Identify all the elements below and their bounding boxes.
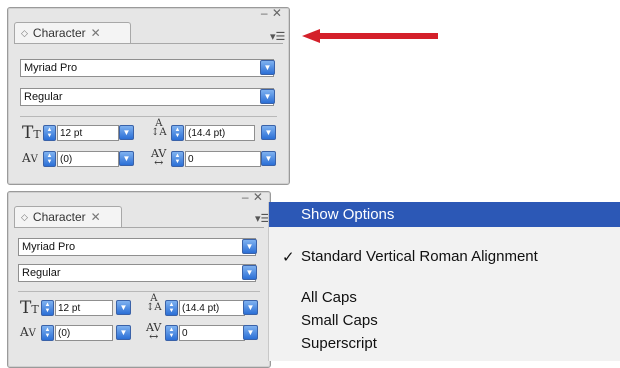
font-style-dropdown-button[interactable]: ▼ bbox=[242, 265, 257, 280]
leading-dropdown-button[interactable]: ▼ bbox=[243, 300, 258, 315]
panel-flyout-menu: Show Options ✓ Standard Vertical Roman A… bbox=[268, 202, 620, 361]
font-style-field[interactable]: Regular bbox=[18, 264, 256, 282]
font-size-icon: TT bbox=[20, 298, 39, 318]
kerning-stepper[interactable]: ▲ ▼ bbox=[43, 151, 56, 167]
menu-item-label: Standard Vertical Roman Alignment bbox=[301, 248, 538, 265]
menu-item-label: Superscript bbox=[301, 335, 377, 352]
font-family-dropdown-button[interactable]: ▼ bbox=[242, 239, 257, 254]
kerning-dropdown-button[interactable]: ▼ bbox=[119, 151, 134, 166]
font-size-dropdown-button[interactable]: ▼ bbox=[119, 125, 134, 140]
kerning-icon: AV bbox=[22, 151, 38, 165]
tracking-value: 0 bbox=[188, 153, 194, 165]
red-arrow-icon bbox=[302, 29, 438, 43]
font-style-dropdown-button[interactable]: ▼ bbox=[260, 89, 275, 104]
font-size-stepper[interactable]: ▲ ▼ bbox=[43, 125, 56, 141]
leading-stepper[interactable]: ▲ ▼ bbox=[165, 300, 178, 316]
tab-underline bbox=[14, 43, 283, 44]
leading-value: (14.4 pt) bbox=[182, 302, 220, 314]
leading-input[interactable]: (14.4 pt) bbox=[179, 300, 245, 316]
font-size-input[interactable]: 12 pt bbox=[55, 300, 113, 316]
font-style-value: Regular bbox=[24, 91, 63, 103]
tab-label: Character bbox=[32, 26, 86, 40]
tab-diamond-icon: ◇ bbox=[21, 27, 28, 38]
tab-character[interactable]: ◇ Character ✕ bbox=[14, 206, 122, 227]
separator bbox=[18, 291, 260, 292]
kerning-input[interactable]: (0) bbox=[57, 151, 119, 167]
leading-value: (14.4 pt) bbox=[188, 127, 226, 139]
menu-item-small-caps[interactable]: Small Caps bbox=[301, 312, 378, 329]
tracking-input[interactable]: 0 bbox=[185, 151, 261, 167]
font-family-field[interactable]: Myriad Pro bbox=[18, 238, 256, 256]
kerning-value: (0) bbox=[58, 327, 71, 339]
tab-close-icon[interactable]: ✕ bbox=[91, 26, 101, 40]
kerning-dropdown-button[interactable]: ▼ bbox=[116, 325, 131, 340]
font-size-value: 12 pt bbox=[60, 127, 83, 139]
tracking-stepper[interactable]: ▲ ▼ bbox=[171, 151, 184, 167]
font-size-icon: TT bbox=[22, 123, 41, 143]
font-size-dropdown-button[interactable]: ▼ bbox=[116, 300, 131, 315]
menu-item-label: Show Options bbox=[301, 206, 395, 223]
tab-character[interactable]: ◇ Character ✕ bbox=[14, 22, 131, 43]
kerning-stepper[interactable]: ▲ ▼ bbox=[41, 325, 54, 341]
tab-diamond-icon: ◇ bbox=[21, 211, 28, 222]
leading-stepper[interactable]: ▲ ▼ bbox=[171, 125, 184, 141]
font-size-input[interactable]: 12 pt bbox=[57, 125, 119, 141]
tracking-stepper[interactable]: ▲ ▼ bbox=[165, 325, 178, 341]
tab-underline bbox=[14, 227, 264, 228]
window-controls[interactable]: – ✕ bbox=[261, 6, 283, 20]
menu-item-superscript[interactable]: Superscript bbox=[301, 335, 377, 352]
tracking-input[interactable]: 0 bbox=[179, 325, 245, 341]
leading-icon: A ↕A bbox=[146, 293, 162, 313]
menu-item-standard-vertical-roman-alignment[interactable]: Standard Vertical Roman Alignment bbox=[301, 248, 538, 265]
tracking-value: 0 bbox=[182, 327, 188, 339]
separator bbox=[20, 116, 277, 117]
font-family-dropdown-button[interactable]: ▼ bbox=[260, 60, 275, 75]
menu-item-label: All Caps bbox=[301, 289, 357, 306]
leading-input[interactable]: (14.4 pt) bbox=[185, 125, 255, 141]
kerning-input[interactable]: (0) bbox=[55, 325, 113, 341]
tab-close-icon[interactable]: ✕ bbox=[91, 210, 101, 224]
font-size-value: 12 pt bbox=[58, 302, 81, 314]
leading-icon: A ↕A bbox=[151, 118, 167, 138]
leading-dropdown-button[interactable]: ▼ bbox=[261, 125, 276, 140]
panel-menu-icon[interactable]: ▾☰ bbox=[270, 32, 285, 43]
tracking-dropdown-button[interactable]: ▼ bbox=[261, 151, 276, 166]
tracking-icon: AV ↔ bbox=[146, 321, 162, 343]
font-style-value: Regular bbox=[22, 267, 61, 279]
kerning-value: (0) bbox=[60, 153, 73, 165]
font-family-field[interactable]: Myriad Pro bbox=[20, 59, 274, 77]
menu-item-label: Small Caps bbox=[301, 312, 378, 329]
window-controls[interactable]: – ✕ bbox=[242, 190, 264, 204]
font-family-value: Myriad Pro bbox=[22, 241, 76, 253]
menu-item-show-options[interactable]: Show Options bbox=[269, 202, 620, 227]
font-size-stepper[interactable]: ▲ ▼ bbox=[41, 300, 54, 316]
character-panel-bottom: – ✕ ◇ Character ✕ ▾☰ Myriad Pro ▼ Regula… bbox=[7, 190, 271, 368]
character-panel-top: – ✕ ◇ Character ✕ ▾☰ Myriad Pro ▼ Regula… bbox=[7, 6, 290, 185]
font-family-value: Myriad Pro bbox=[24, 62, 78, 74]
tracking-icon: AV ↔ bbox=[151, 147, 167, 169]
kerning-icon: AV bbox=[20, 325, 36, 339]
menu-item-all-caps[interactable]: All Caps bbox=[301, 289, 357, 306]
font-style-field[interactable]: Regular bbox=[20, 88, 274, 106]
tab-label: Character bbox=[32, 210, 86, 224]
tracking-dropdown-button[interactable]: ▼ bbox=[243, 325, 258, 340]
checkmark-icon: ✓ bbox=[282, 249, 295, 266]
